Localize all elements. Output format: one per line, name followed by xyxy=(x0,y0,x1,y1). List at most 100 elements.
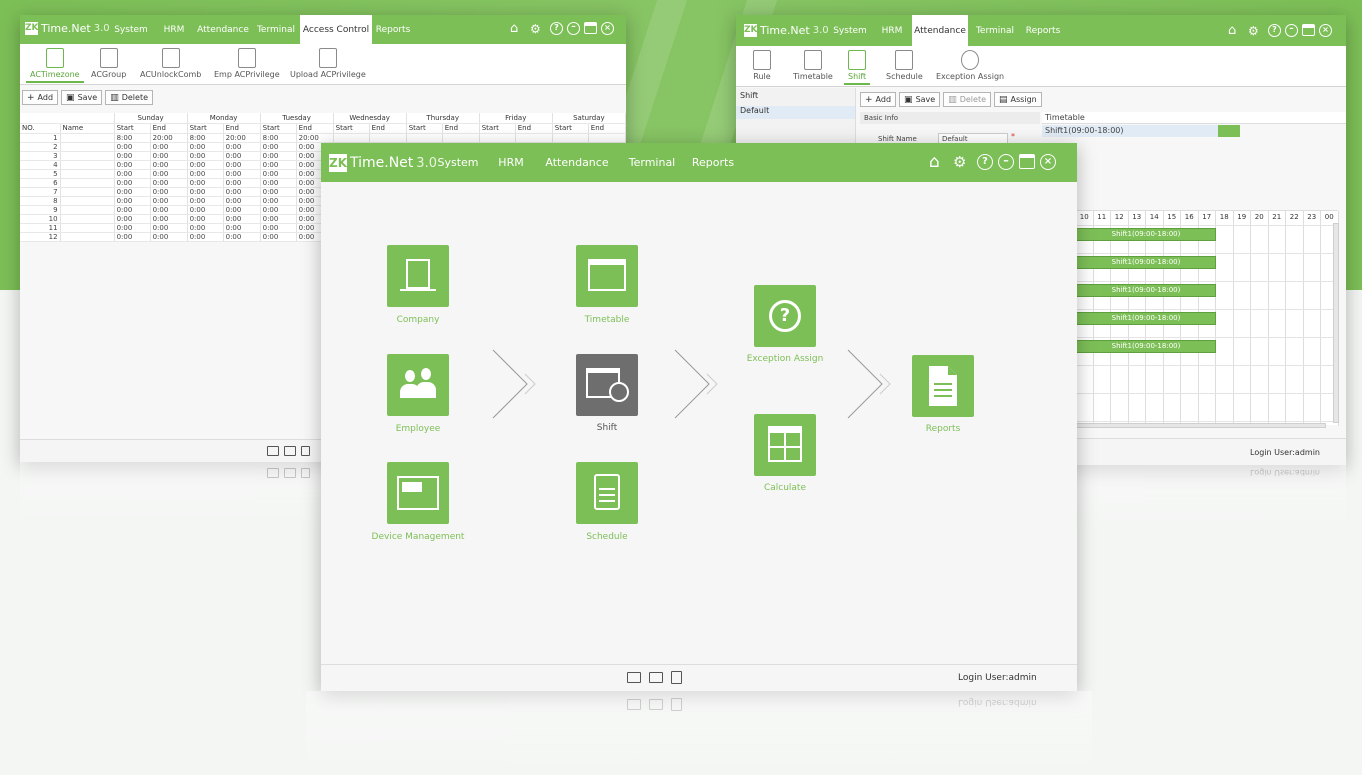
time-cell[interactable]: 0:00 xyxy=(150,196,188,206)
col-end[interactable]: End xyxy=(150,123,188,134)
time-cell[interactable]: 8:00 xyxy=(187,133,224,143)
time-cell[interactable]: 0:00 xyxy=(223,214,261,224)
col-start[interactable]: Start xyxy=(552,123,589,134)
time-cell[interactable]: 0:00 xyxy=(114,187,151,197)
card-icon[interactable] xyxy=(267,446,279,456)
time-cell[interactable]: 0:00 xyxy=(260,178,297,188)
time-cell[interactable]: 0:00 xyxy=(187,223,224,233)
time-cell[interactable]: 0:00 xyxy=(150,151,188,161)
device-icon[interactable] xyxy=(649,672,663,683)
horizontal-scrollbar[interactable] xyxy=(1076,423,1326,428)
time-cell[interactable]: 0:00 xyxy=(223,196,261,206)
time-cell[interactable]: 0:00 xyxy=(187,160,224,170)
add-button[interactable]: + Add xyxy=(860,92,897,107)
company-tile[interactable] xyxy=(387,245,449,307)
time-cell[interactable]: 0:00 xyxy=(150,214,188,224)
minimize-icon[interactable]: – xyxy=(567,22,580,35)
time-cell[interactable]: 0:00 xyxy=(223,232,261,242)
time-cell[interactable]: 0:00 xyxy=(150,160,188,170)
menu-reports[interactable]: Reports xyxy=(372,15,414,44)
time-cell[interactable]: 0:00 xyxy=(223,178,261,188)
table-row[interactable]: 1 8:00 20:00 8:00 20:00 8:00 20:00 xyxy=(20,133,626,143)
shift-bar[interactable]: Shift1(09:00-18:00) xyxy=(1076,284,1216,297)
ribbon-upload-acprivilege[interactable]: Upload ACPrivilege xyxy=(290,48,366,79)
menu-attendance[interactable]: Attendance xyxy=(535,143,619,182)
menu-terminal[interactable]: Terminal xyxy=(619,143,685,182)
clipboard-icon[interactable] xyxy=(671,671,682,684)
menu-terminal[interactable]: Terminal xyxy=(968,15,1022,46)
col-name[interactable]: Name xyxy=(60,123,115,134)
time-cell[interactable]: 0:00 xyxy=(150,187,188,197)
time-cell[interactable]: 0:00 xyxy=(187,232,224,242)
time-cell[interactable]: 8:00 xyxy=(114,133,151,143)
col-end[interactable]: End xyxy=(223,123,261,134)
time-cell[interactable]: 0:00 xyxy=(150,232,188,242)
time-cell[interactable]: 20:00 xyxy=(150,133,188,143)
menu-terminal[interactable]: Terminal xyxy=(252,15,300,44)
card-icon[interactable] xyxy=(627,672,641,683)
close-icon[interactable]: × xyxy=(1319,24,1332,37)
help-icon[interactable]: ? xyxy=(977,154,993,170)
time-cell[interactable]: 0:00 xyxy=(187,214,224,224)
time-cell[interactable]: 0:00 xyxy=(260,196,297,206)
menu-reports[interactable]: Reports xyxy=(685,143,741,182)
maximize-icon[interactable] xyxy=(1302,24,1315,36)
ribbon-timetable[interactable]: Timetable xyxy=(793,50,833,81)
col-start[interactable]: Start xyxy=(187,123,224,134)
col-end[interactable]: End xyxy=(296,123,334,134)
time-cell[interactable]: 0:00 xyxy=(187,169,224,179)
time-cell[interactable]: 0:00 xyxy=(114,169,151,179)
timetable-tile[interactable] xyxy=(576,245,638,307)
col-start[interactable]: Start xyxy=(479,123,516,134)
time-cell[interactable]: 0:00 xyxy=(114,232,151,242)
time-cell[interactable]: 0:00 xyxy=(150,142,188,152)
menu-hrm[interactable]: HRM xyxy=(154,15,194,44)
gear-icon[interactable]: ⚙ xyxy=(1248,24,1264,38)
col-end[interactable]: End xyxy=(442,123,480,134)
time-cell[interactable]: 0:00 xyxy=(223,142,261,152)
schedule-tile[interactable] xyxy=(576,462,638,524)
maximize-icon[interactable] xyxy=(1019,154,1035,169)
shift-tile[interactable] xyxy=(576,354,638,416)
help-icon[interactable]: ? xyxy=(1268,24,1281,37)
clipboard-icon[interactable] xyxy=(301,446,310,456)
time-cell[interactable]: 0:00 xyxy=(260,169,297,179)
time-cell[interactable]: 0:00 xyxy=(260,223,297,233)
gear-icon[interactable]: ⚙ xyxy=(953,154,973,171)
delete-button[interactable]: ▥ Delete xyxy=(943,92,992,107)
time-cell[interactable]: 0:00 xyxy=(187,178,224,188)
time-cell[interactable]: 0:00 xyxy=(114,214,151,224)
time-cell[interactable]: 0:00 xyxy=(223,169,261,179)
time-cell[interactable]: 0:00 xyxy=(260,205,297,215)
time-cell[interactable]: 0:00 xyxy=(223,187,261,197)
menu-access-control[interactable]: Access Control xyxy=(300,15,372,44)
col-start[interactable]: Start xyxy=(114,123,151,134)
calculate-tile[interactable] xyxy=(754,414,816,476)
shift-bar[interactable]: Shift1(09:00-18:00) xyxy=(1076,228,1216,241)
menu-system[interactable]: System xyxy=(828,15,872,46)
shift-bar[interactable]: Shift1(09:00-18:00) xyxy=(1076,256,1216,269)
time-cell[interactable]: 20:00 xyxy=(296,133,334,143)
reports-tile[interactable] xyxy=(912,355,974,417)
time-cell[interactable]: 0:00 xyxy=(260,160,297,170)
gear-icon[interactable]: ⚙ xyxy=(530,22,546,36)
time-cell[interactable]: 0:00 xyxy=(187,187,224,197)
device-icon[interactable] xyxy=(284,446,296,456)
time-cell[interactable]: 0:00 xyxy=(260,187,297,197)
time-cell[interactable]: 0:00 xyxy=(187,142,224,152)
menu-attendance[interactable]: Attendance xyxy=(912,15,968,46)
delete-button[interactable]: ▥ Delete xyxy=(105,90,154,105)
help-icon[interactable]: ? xyxy=(550,22,563,35)
home-icon[interactable]: ⌂ xyxy=(929,154,949,171)
shift-list-item[interactable]: Default xyxy=(736,106,855,119)
col-end[interactable]: End xyxy=(588,123,626,134)
exception-assign-tile[interactable]: ? xyxy=(754,285,816,347)
menu-hrm[interactable]: HRM xyxy=(487,143,535,182)
time-cell[interactable]: 0:00 xyxy=(114,205,151,215)
col-end[interactable]: End xyxy=(369,123,407,134)
col-start[interactable]: Start xyxy=(406,123,443,134)
employee-tile[interactable] xyxy=(387,354,449,416)
shift-bar[interactable]: Shift1(09:00-18:00) xyxy=(1076,340,1216,353)
time-cell[interactable]: 0:00 xyxy=(260,151,297,161)
time-cell[interactable]: 0:00 xyxy=(187,196,224,206)
